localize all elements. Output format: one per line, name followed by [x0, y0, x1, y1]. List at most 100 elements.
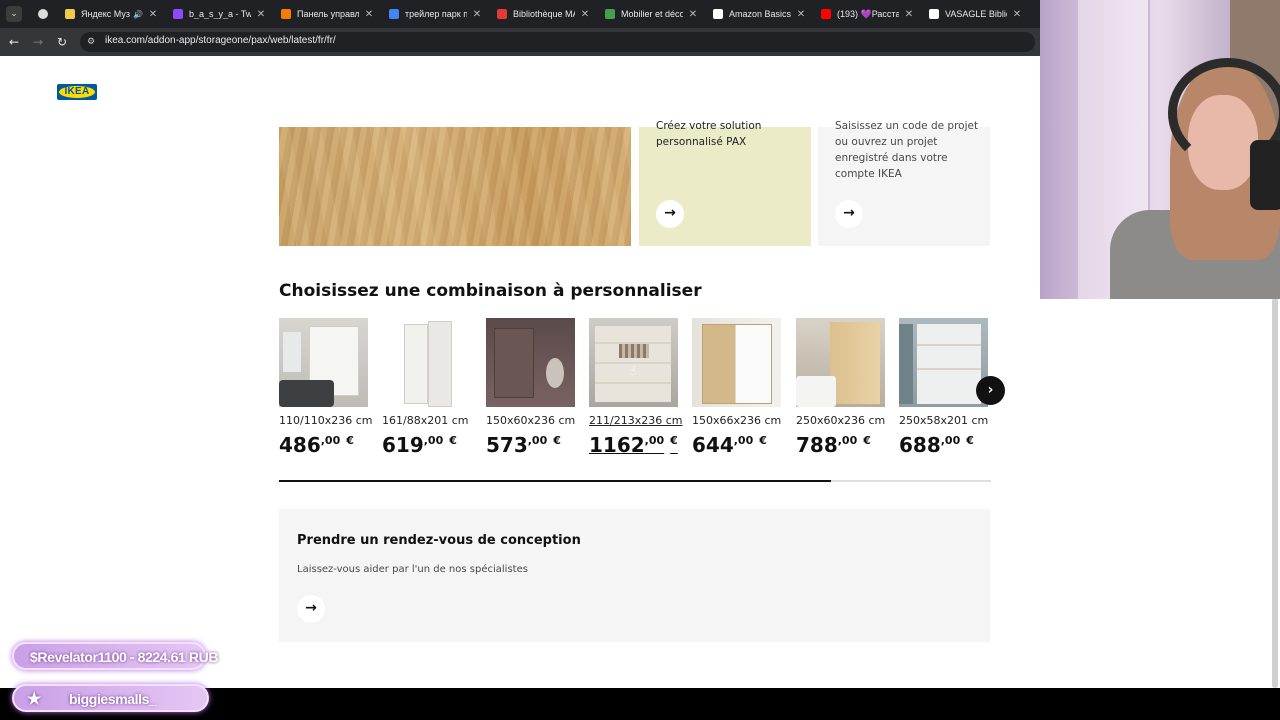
- close-tab-icon[interactable]: ✕: [687, 9, 699, 20]
- carousel-scrollbar[interactable]: [279, 480, 991, 482]
- price-integer: 1162: [589, 433, 645, 457]
- price-integer: 688: [899, 433, 941, 457]
- panel-favicon-icon: [281, 9, 291, 19]
- price-currency: €: [449, 434, 457, 447]
- tab-title: b_a_s_y_a - Twitch: [189, 9, 251, 19]
- close-tab-icon[interactable]: ✕: [579, 9, 591, 20]
- product-carousel: 110/110x236 cm 486,00 € 161/88x201 cm 619…: [279, 318, 991, 468]
- tab-control-panel[interactable]: Панель управления ✕: [273, 4, 375, 24]
- tab-bibliotheque[interactable]: Bibliothèque MALM ✕: [489, 4, 591, 24]
- follower-alert-text: biggiesmalls_: [69, 691, 157, 707]
- tab-title: VASAGLE Bibliothèque: [945, 9, 1007, 19]
- arrow-right-icon[interactable]: →: [297, 595, 325, 623]
- arrow-right-icon[interactable]: →: [835, 200, 863, 228]
- price-currency: €: [966, 434, 974, 447]
- tab-title: Mobilier et décoration: [621, 9, 683, 19]
- tab-title: Amazon Basics Lot: [729, 9, 791, 19]
- arrow-right-icon[interactable]: →: [656, 200, 684, 228]
- url-text: ikea.com/addon-app/storageone/pax/web/la…: [105, 35, 336, 46]
- tab-title: Панель управления: [297, 9, 359, 19]
- product-card[interactable]: 150x66x236 cm 644,00 €: [692, 318, 782, 457]
- ikea-logo[interactable]: IKEA: [57, 84, 97, 100]
- tab-title: Bibliothèque MALM: [513, 9, 575, 19]
- product-image: ☝: [589, 318, 678, 407]
- tab-search-button[interactable]: ⌄: [6, 6, 22, 22]
- cursor-hand-icon: ☝: [629, 364, 637, 378]
- price-currency: €: [759, 434, 767, 447]
- product-card[interactable]: 161/88x201 cm 619,00 €: [382, 318, 472, 457]
- price-currency: €: [553, 434, 561, 447]
- close-tab-icon[interactable]: ✕: [795, 9, 807, 20]
- youtube-favicon-icon: [821, 9, 831, 19]
- tab-title: Яндекс Музыка: [81, 9, 130, 19]
- appointment-card[interactable]: Prendre un rendez-vous de conception Lai…: [279, 509, 990, 642]
- tab-google-search[interactable]: трейлер парк продажа ✕: [381, 4, 483, 24]
- amazon-favicon-icon: [929, 9, 939, 19]
- url-field[interactable]: ⚙ ikea.com/addon-app/storageone/pax/web/…: [80, 32, 1035, 52]
- site-favicon-icon: [497, 9, 507, 19]
- tab-amazon[interactable]: Amazon Basics Lot ✕: [705, 4, 807, 24]
- product-image: [486, 318, 575, 407]
- site-settings-icon[interactable]: ⚙: [87, 36, 99, 48]
- product-image: [796, 318, 885, 407]
- price-integer: 788: [796, 433, 838, 457]
- back-arrow-icon[interactable]: ←: [6, 34, 22, 50]
- price-integer: 573: [486, 433, 528, 457]
- carousel-next-button[interactable]: ›: [976, 376, 1005, 405]
- price-currency: €: [346, 434, 354, 447]
- product-card[interactable]: 250x60x236 cm 788,00 €: [796, 318, 886, 457]
- reload-icon[interactable]: ↻: [54, 34, 70, 50]
- tab-twitch[interactable]: b_a_s_y_a - Twitch ✕: [165, 4, 267, 24]
- microphone-icon: [1250, 140, 1280, 210]
- page-scrollbar[interactable]: [1272, 298, 1278, 688]
- tab-mobilier[interactable]: Mobilier et décoration ✕: [597, 4, 699, 24]
- open-project-text: Saisissez un code de projet ou ouvrez un…: [835, 120, 979, 180]
- product-card[interactable]: 110/110x236 cm 486,00 €: [279, 318, 372, 457]
- yandex-music-favicon-icon: [65, 9, 75, 19]
- carousel-scrollbar-thumb[interactable]: [279, 480, 831, 482]
- product-image: [899, 318, 988, 407]
- price-decimal: ,00: [837, 434, 858, 447]
- price-integer: 619: [382, 433, 424, 457]
- product-price: 619,00 €: [382, 433, 472, 457]
- donation-alert-text: $Revelator1100 - 8224.61 RUB: [30, 649, 219, 665]
- address-bar: ← → ↻ ⚙ ikea.com/addon-app/storageone/pa…: [0, 28, 1040, 56]
- browser-favicon-icon: [38, 9, 48, 19]
- product-card[interactable]: ☝ 211/213x236 cm 1162,00 €: [589, 318, 683, 457]
- product-dimensions: 161/88x201 cm: [382, 414, 469, 427]
- close-tab-icon[interactable]: ✕: [903, 9, 915, 20]
- price-decimal: ,00: [527, 434, 548, 447]
- tab-youtube[interactable]: (193) 💜Расставляю ✕: [813, 4, 915, 24]
- close-tab-icon[interactable]: ✕: [1011, 9, 1023, 20]
- product-price: 1162,00 €: [589, 433, 679, 457]
- price-integer: 644: [692, 433, 734, 457]
- product-image: [692, 318, 781, 407]
- create-solution-card[interactable]: Créez votre solution personnalisé PAX →: [639, 120, 811, 246]
- speaker-icon[interactable]: 🔊: [133, 10, 143, 19]
- product-price: 788,00 €: [796, 433, 886, 457]
- tab-title: (193) 💜Расставляю: [837, 8, 899, 19]
- tab-pinned[interactable]: [30, 4, 56, 24]
- forward-arrow-icon[interactable]: →: [30, 34, 46, 50]
- close-tab-icon[interactable]: ✕: [255, 9, 267, 20]
- product-dimensions: 150x60x236 cm: [486, 414, 576, 427]
- product-dimensions: 211/213x236 cm: [589, 414, 683, 427]
- open-project-card[interactable]: Saisissez un code de projet ou ouvrez un…: [818, 120, 990, 246]
- price-decimal: ,00: [320, 434, 341, 447]
- product-dimensions: 150x66x236 cm: [692, 414, 782, 427]
- close-tab-icon[interactable]: ✕: [147, 9, 159, 20]
- wood-texture-image: [279, 127, 631, 246]
- product-card[interactable]: 150x60x236 cm 573,00 €: [486, 318, 576, 457]
- appointment-title: Prendre un rendez-vous de conception: [297, 533, 581, 548]
- close-tab-icon[interactable]: ✕: [471, 9, 483, 20]
- tab-yandex-music[interactable]: Яндекс Музыка 🔊 ✕: [57, 4, 159, 24]
- star-icon: ★: [27, 691, 42, 708]
- google-favicon-icon: [389, 9, 399, 19]
- appointment-subtitle: Laissez-vous aider par l'un de nos spéci…: [297, 564, 528, 575]
- product-dimensions: 250x60x236 cm: [796, 414, 886, 427]
- product-dimensions: 250x58x201 cm: [899, 414, 989, 427]
- price-currency: €: [863, 434, 871, 447]
- tab-vasagle[interactable]: VASAGLE Bibliothèque ✕: [921, 4, 1023, 24]
- close-tab-icon[interactable]: ✕: [363, 9, 375, 20]
- tab-title: трейлер парк продажа: [405, 9, 467, 19]
